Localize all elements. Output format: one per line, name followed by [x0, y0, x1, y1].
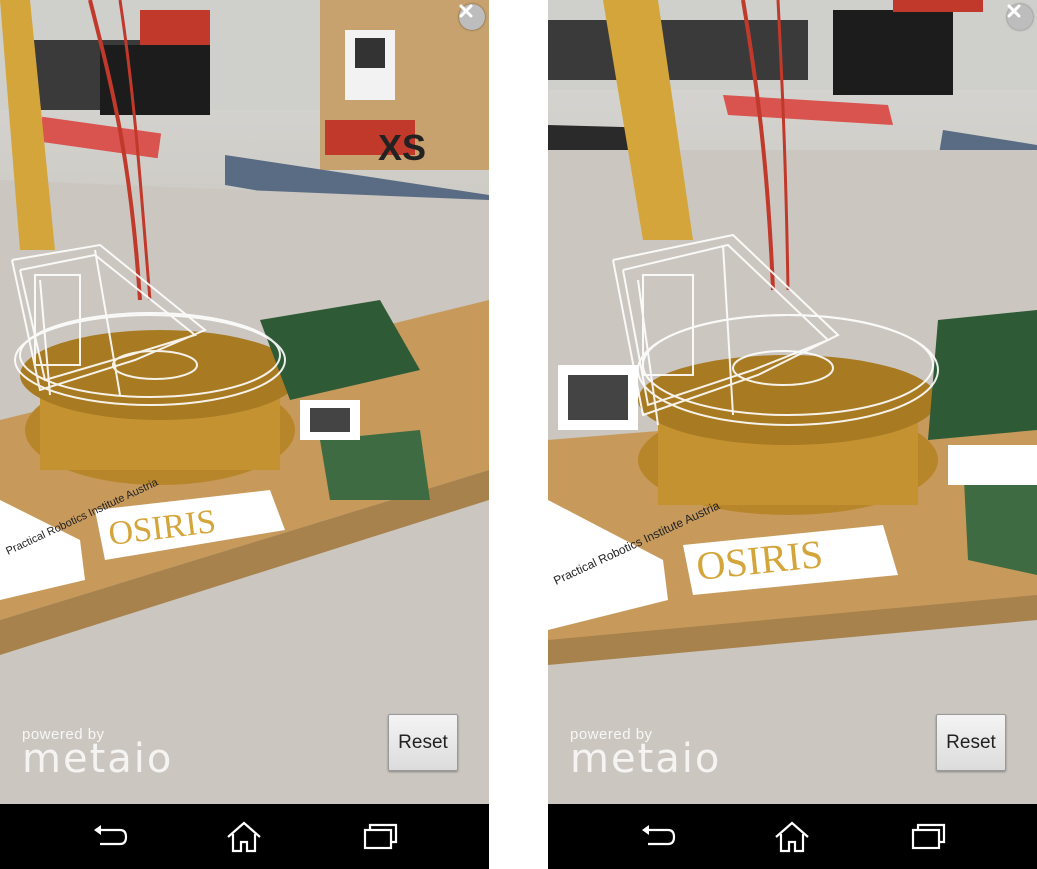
close-button[interactable]	[1007, 4, 1033, 30]
nav-recent-button[interactable]	[360, 820, 400, 854]
metaio-logo: metaio	[22, 736, 174, 782]
nav-home-button[interactable]	[224, 820, 264, 854]
ar-screen-right: OSIRIS Practical Robotics Institute Aust…	[548, 0, 1037, 869]
camera-scene: XS OSIRIS Practical Robotics Institute A…	[0, 0, 489, 804]
camera-view: XS OSIRIS Practical Robotics Institute A…	[0, 0, 489, 804]
nav-home-button[interactable]	[772, 820, 812, 854]
metaio-watermark: powered by metaio	[22, 727, 174, 782]
home-icon	[775, 821, 809, 853]
nav-recent-button[interactable]	[908, 820, 948, 854]
close-icon	[459, 4, 473, 18]
android-nav-bar	[548, 804, 1037, 869]
nav-back-button[interactable]	[90, 820, 130, 854]
camera-scene: OSIRIS Practical Robotics Institute Aust…	[548, 0, 1037, 804]
recent-apps-icon	[911, 823, 946, 850]
reset-button[interactable]: Reset	[936, 714, 1006, 771]
nav-back-button[interactable]	[638, 820, 678, 854]
reset-button[interactable]: Reset	[388, 714, 458, 771]
home-icon	[227, 821, 261, 853]
camera-view: OSIRIS Practical Robotics Institute Aust…	[548, 0, 1037, 804]
back-icon	[94, 825, 128, 846]
ar-screen-left: XS OSIRIS Practical Robotics Institute A…	[0, 0, 489, 869]
android-nav-bar	[0, 804, 489, 869]
close-button[interactable]	[459, 4, 485, 30]
back-icon	[642, 825, 676, 846]
box-label: XS	[378, 127, 426, 168]
close-icon	[1007, 4, 1021, 18]
metaio-watermark: powered by metaio	[570, 727, 722, 782]
recent-apps-icon	[363, 823, 398, 850]
metaio-logo: metaio	[570, 736, 722, 782]
